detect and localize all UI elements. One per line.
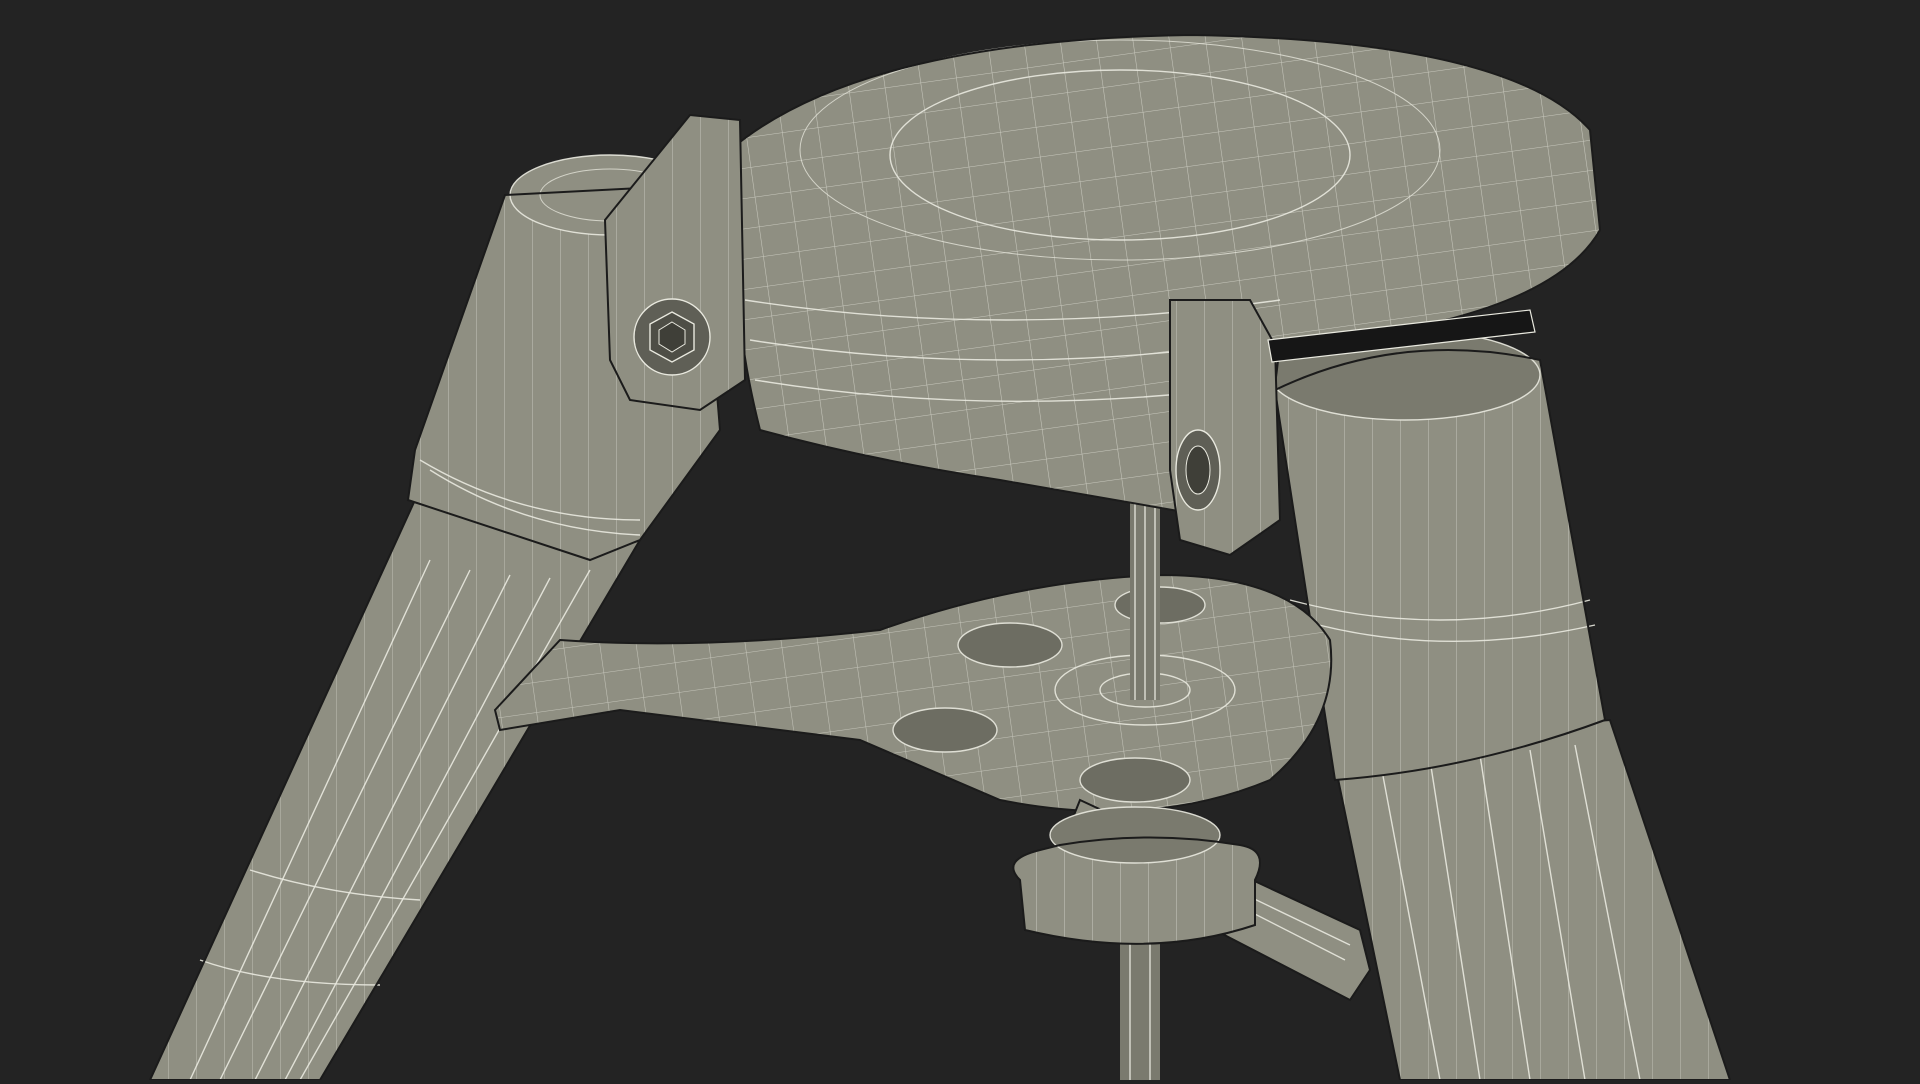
hex-screw-icon [633,298,711,376]
hex-screw-icon [1175,429,1221,511]
tension-knob [1012,806,1261,945]
right-hinge [1169,299,1282,557]
tripod-wireframe-render [0,0,1920,1081]
accessory-tray [493,573,1333,813]
left-leg [148,498,642,1081]
